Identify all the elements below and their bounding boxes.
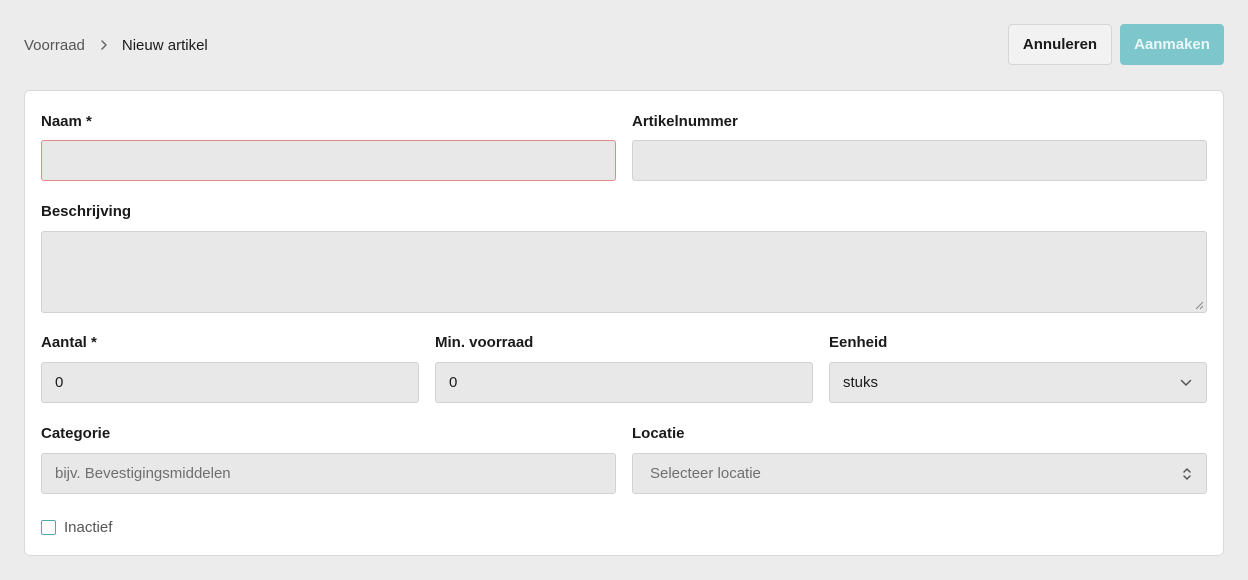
category-input[interactable]: bijv. Bevestigingsmiddelen <box>41 453 616 494</box>
unit-select[interactable]: stuks <box>829 362 1207 403</box>
chevron-right-icon <box>100 39 108 51</box>
name-label: Naam * <box>41 113 92 130</box>
quantity-input[interactable]: 0 <box>41 362 419 403</box>
breadcrumb: Voorraad Nieuw artikel <box>24 35 208 55</box>
breadcrumb-item-voorraad[interactable]: Voorraad <box>24 37 85 54</box>
inactive-label: Inactief <box>64 519 113 536</box>
description-textarea[interactable] <box>41 231 1207 313</box>
cancel-button[interactable]: Annuleren <box>1008 24 1112 65</box>
create-button[interactable]: Aanmaken <box>1120 24 1224 65</box>
min-stock-input[interactable]: 0 <box>435 362 813 403</box>
description-label: Beschrijving <box>41 203 132 220</box>
article-number-input[interactable] <box>632 140 1207 181</box>
category-label: Categorie <box>41 425 111 442</box>
category-placeholder: bijv. Bevestigingsmiddelen <box>55 465 231 482</box>
resize-handle-icon[interactable] <box>1195 301 1204 310</box>
inactive-toggle[interactable]: Inactief <box>41 519 112 536</box>
name-input[interactable] <box>41 140 616 181</box>
form-card: Naam * Artikelnummer Beschrijving Aantal… <box>24 90 1224 556</box>
breadcrumb-current: Nieuw artikel <box>121 36 208 54</box>
chevron-up-down-icon <box>1182 467 1192 481</box>
location-placeholder: Selecteer locatie <box>650 465 761 482</box>
unit-label: Eenheid <box>829 334 888 351</box>
chevron-down-icon <box>1180 379 1192 387</box>
quantity-label: Aantal * <box>41 334 97 351</box>
page-header: Voorraad Nieuw artikel Annuleren Aanmake… <box>0 0 1248 90</box>
location-label: Locatie <box>632 425 685 442</box>
inactive-checkbox[interactable] <box>41 520 56 535</box>
article-number-label: Artikelnummer <box>632 113 738 130</box>
location-select[interactable]: Selecteer locatie <box>632 453 1207 494</box>
unit-selected-value: stuks <box>843 374 879 391</box>
min-stock-label: Min. voorraad <box>435 334 534 351</box>
